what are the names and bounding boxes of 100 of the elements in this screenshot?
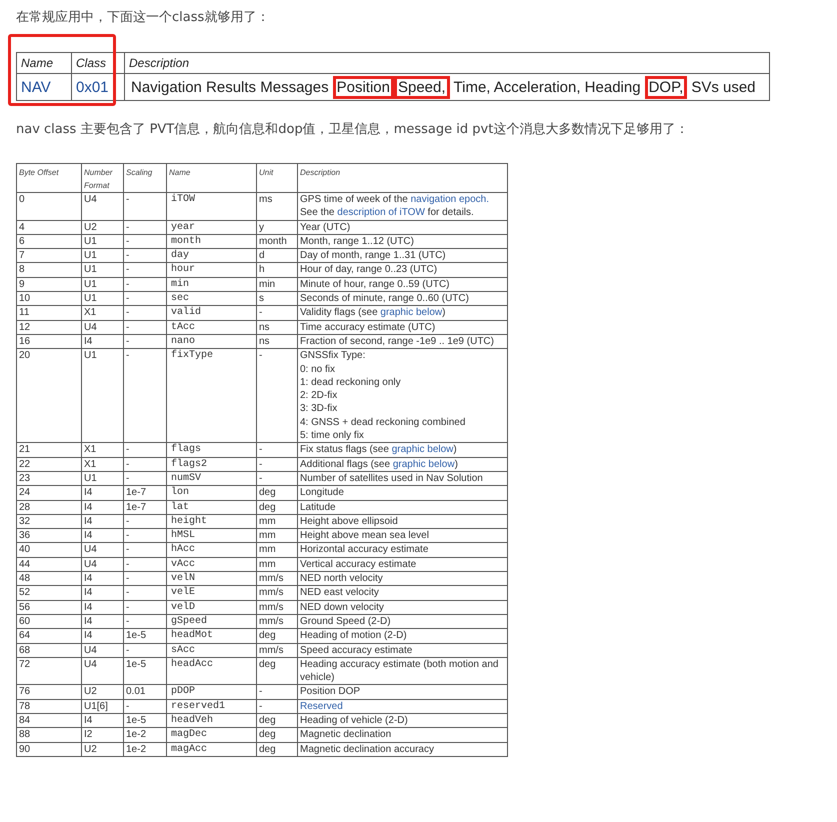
description-text: GPS time of week of the — [300, 194, 409, 205]
table-cell: sAcc — [166, 643, 256, 658]
table-cell: 1e-7 — [124, 486, 166, 500]
table-cell: 48 — [16, 572, 82, 586]
table-cell: lat — [166, 500, 256, 514]
description-text: Time accuracy estimate (UTC) — [300, 322, 436, 333]
description-link[interactable]: graphic below — [380, 307, 442, 318]
description-link[interactable]: graphic below — [392, 444, 454, 456]
table-cell: - — [124, 643, 166, 658]
table-cell: velE — [166, 586, 256, 600]
table-cell: U2 — [82, 220, 124, 234]
table-cell: - — [124, 586, 166, 600]
intro-text: 在常规应用中，下面这一个class就够用了： — [16, 9, 270, 27]
description-link[interactable]: graphic below — [392, 458, 455, 470]
description-text: ) — [453, 444, 457, 456]
table-cell: 32 — [16, 514, 82, 529]
table-cell: 88 — [16, 728, 82, 742]
table-cell: U4 — [82, 320, 124, 334]
table-cell: - — [256, 306, 298, 320]
table-cell: headVeh — [166, 713, 256, 728]
table-cell: mm — [256, 557, 298, 572]
table-cell: U1 — [82, 348, 124, 443]
column-header: Description — [300, 167, 342, 179]
table-cell: nano — [166, 334, 256, 349]
description-text: Heading accuracy estimate (both motion and — [300, 658, 498, 670]
description-text: Fraction of second, range -1e9 .. 1e9 (UTC) — [300, 336, 494, 347]
table-cell: - — [256, 457, 298, 472]
description-text: vehicle) — [300, 672, 334, 684]
table-cell: U1 — [82, 262, 124, 278]
table-cell: U4 — [82, 657, 124, 685]
table-cell: hAcc — [166, 542, 256, 558]
description-text: Number of satellites used in Nav Solution — [300, 472, 483, 484]
table-cell: - — [124, 557, 166, 572]
table-cell: 78 — [16, 699, 82, 714]
table-cell: I4 — [82, 713, 124, 728]
table-cell: U1 — [82, 471, 124, 486]
table-cell: velD — [166, 600, 256, 614]
table-cell: iTOW — [166, 192, 256, 220]
table-cell: - — [256, 699, 298, 714]
table-cell: 22 — [16, 457, 82, 472]
description-text: Position — [332, 76, 394, 98]
table-cell: mm/s — [256, 600, 298, 614]
table-cell: 28 — [16, 500, 82, 514]
description-text: Validity flags (see — [300, 307, 379, 318]
table-cell: 72 — [16, 657, 82, 685]
table-cell: numSV — [166, 471, 256, 486]
description-text: 5: time only fix — [300, 430, 364, 442]
table-cell: 76 — [16, 684, 82, 700]
table-cell: min — [166, 277, 256, 292]
table-cell: 1e-2 — [124, 728, 166, 742]
description-text: ) — [454, 458, 458, 470]
table-cell: U1 — [82, 277, 124, 292]
table-cell: U1 — [82, 248, 124, 263]
description-text: DOP, — [644, 76, 688, 98]
table-cell: X1 — [82, 306, 124, 320]
table-cell: 1e-5 — [124, 713, 166, 728]
table-cell: I4 — [82, 334, 124, 349]
description-text: Longitude — [300, 487, 344, 498]
table-cell: 1e-5 — [124, 628, 166, 643]
table-cell: 10 — [16, 292, 82, 306]
table-cell: 40 — [16, 542, 82, 558]
table-cell: - — [124, 600, 166, 614]
table-cell: mm/s — [256, 643, 298, 658]
table-cell: year — [166, 220, 256, 234]
table-cell: - — [124, 572, 166, 586]
table-cell: d — [256, 248, 298, 263]
table-cell: - — [124, 699, 166, 714]
table-cell: - — [256, 348, 298, 443]
column-header: Format — [84, 180, 110, 192]
table-cell: 64 — [16, 628, 82, 643]
table-cell: 60 — [16, 614, 82, 629]
description-link[interactable]: description of iTOW — [337, 207, 425, 218]
table-cell: headMot — [166, 628, 256, 643]
description-link[interactable]: Reserved — [300, 700, 343, 712]
table-cell: - — [124, 348, 166, 443]
table-cell: - — [124, 292, 166, 306]
table-cell: magAcc — [166, 742, 256, 756]
table-cell: flags — [166, 442, 256, 458]
table-cell: hMSL — [166, 528, 256, 543]
description-text: 3: 3D-fix — [300, 403, 338, 414]
table-cell: deg — [256, 486, 298, 500]
table-cell: ns — [256, 334, 298, 349]
table-cell: X1 — [82, 457, 124, 472]
table-cell: lon — [166, 486, 256, 500]
table-cell: ms — [256, 192, 298, 220]
description-text: SVs used — [690, 78, 757, 98]
table-cell: 68 — [16, 643, 82, 658]
table-cell: U1 — [82, 234, 124, 249]
table-cell: min — [256, 277, 298, 292]
table-cell: deg — [256, 628, 298, 643]
table-cell: 36 — [16, 528, 82, 543]
description-link[interactable]: navigation epoch. — [410, 194, 490, 205]
table-cell: month — [256, 234, 298, 249]
summary-text: nav class 主要包含了 PVT信息，航向信息和dop值，卫星信息，message id pvt这个消息大多数情况下足够用了： — [16, 121, 688, 139]
table-cell: I4 — [82, 500, 124, 514]
description-text: Seconds of minute, range 0..60 (UTC) — [300, 293, 469, 304]
table-cell: I2 — [82, 728, 124, 742]
table-cell: gSpeed — [166, 614, 256, 629]
description-text: Magnetic declination accuracy — [300, 744, 434, 755]
table-cell: - — [124, 234, 166, 249]
